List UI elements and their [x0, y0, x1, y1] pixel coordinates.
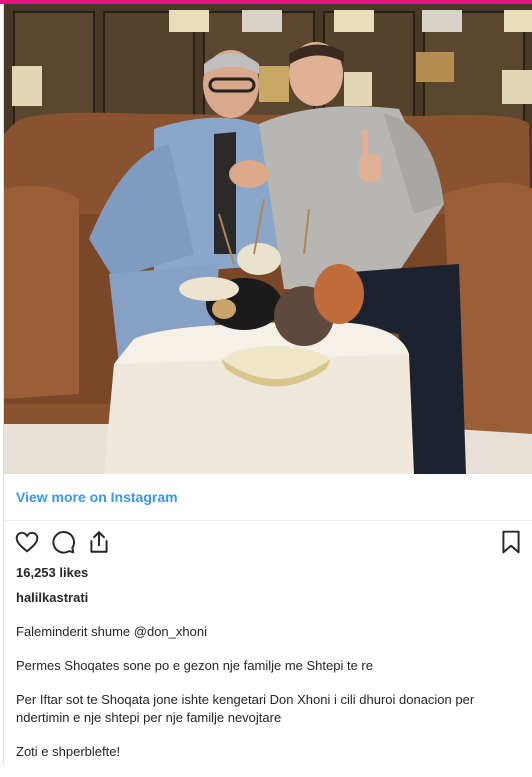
share-icon[interactable]	[86, 529, 112, 555]
instagram-embed: View more on Instagram 16,253 likes hali…	[3, 4, 532, 764]
post-photo-illustration	[4, 4, 532, 474]
view-more-link[interactable]: View more on Instagram	[16, 489, 178, 505]
caption-line: Per Iftar sot te Shoqata jone ishte keng…	[16, 692, 475, 725]
post-photo[interactable]	[4, 4, 532, 474]
post-username[interactable]: halilkastrati	[16, 590, 88, 605]
heart-icon[interactable]	[14, 529, 40, 555]
caption-line: Zoti e shperblefte!	[16, 744, 121, 759]
caption-line: Permes Shoqates sone po e gezon nje fami…	[16, 658, 373, 673]
caption-line: Faleminderit shume @don_xhoni	[16, 624, 207, 639]
likes-count[interactable]: 16,253 likes	[16, 565, 88, 580]
view-more-bar: View more on Instagram	[4, 474, 532, 521]
bookmark-icon[interactable]	[498, 529, 524, 555]
post-actions	[4, 524, 532, 560]
comment-icon[interactable]	[50, 529, 76, 555]
post-caption: Faleminderit shume @don_xhoni Permes Sho…	[16, 623, 521, 777]
